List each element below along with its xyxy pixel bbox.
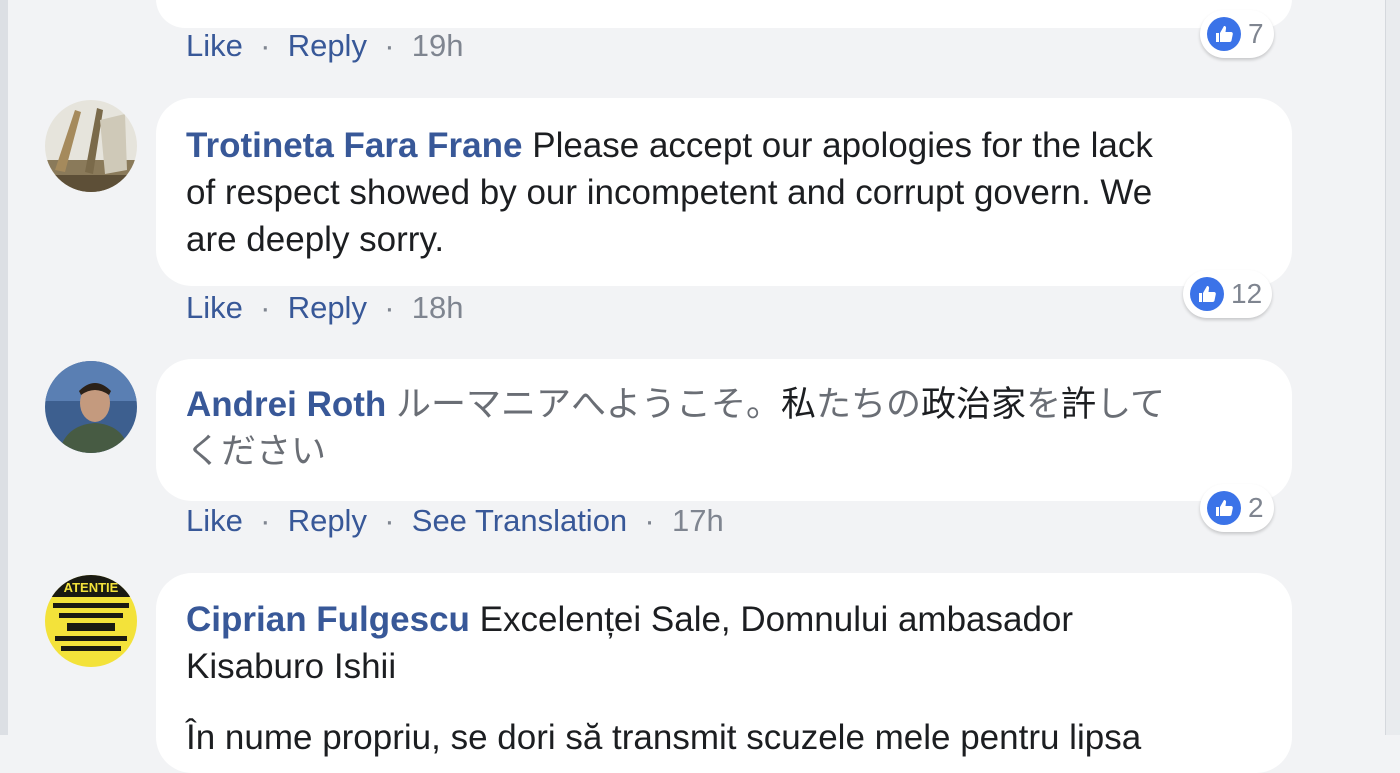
like-icon xyxy=(1207,491,1241,525)
author-name[interactable]: Trotineta Fara Frane xyxy=(186,126,522,165)
comment-body-part: 私 xyxy=(781,385,817,424)
timestamp[interactable]: 19h xyxy=(412,28,464,64)
scrollbar-track[interactable] xyxy=(1385,0,1400,735)
separator: · xyxy=(251,503,280,538)
see-translation-link[interactable]: See Translation xyxy=(412,503,627,539)
reaction-count: 2 xyxy=(1248,492,1264,523)
comment-text-2: Trotineta Fara Frane Please accept our a… xyxy=(186,122,1266,263)
like-icon xyxy=(1190,277,1224,311)
separator: · xyxy=(375,503,404,538)
separator: · xyxy=(375,290,404,325)
like-link[interactable]: Like xyxy=(186,503,243,539)
avatar[interactable]: ATENTIE xyxy=(45,575,137,667)
comment-body-part: して xyxy=(1096,385,1166,424)
author-name[interactable]: Ciprian Fulgescu xyxy=(186,600,470,639)
like-link[interactable]: Like xyxy=(186,290,243,326)
comment-body: În nume propriu, se dori să transmit scu… xyxy=(186,718,1142,757)
like-icon xyxy=(1207,17,1241,51)
comment-text-3: Andrei Roth ルーマニアへようこそ。私たちの政治家を許して ください xyxy=(186,381,1266,475)
comment-body-part: たちの xyxy=(816,385,922,424)
comment-bubble-1 xyxy=(156,0,1292,28)
separator: · xyxy=(635,503,664,538)
comment-body-part: ルーマニアへようこそ。 xyxy=(396,385,782,424)
comment-body: Excelenței Sale, Domnului ambasador xyxy=(479,600,1074,639)
reaction-badge-3[interactable]: 2 xyxy=(1200,484,1274,532)
reaction-count: 12 xyxy=(1231,278,1263,309)
comment-body: Please accept our apologies for the lack xyxy=(532,126,1153,165)
avatar[interactable] xyxy=(45,361,137,453)
separator: · xyxy=(375,28,404,63)
reply-link[interactable]: Reply xyxy=(288,503,367,539)
comment-body: ルーマニアへようこそ。私たちの政治家を許して xyxy=(396,385,1165,424)
comment-body: Kisaburo Ishii xyxy=(186,647,397,686)
timestamp[interactable]: 18h xyxy=(412,290,464,326)
comment-body: are deeply sorry. xyxy=(186,220,445,259)
comment-body-part: を xyxy=(1026,385,1062,424)
separator: · xyxy=(251,290,280,325)
comment-body-part: 許 xyxy=(1061,385,1097,424)
reaction-badge-2[interactable]: 12 xyxy=(1183,270,1273,318)
window-frame-left xyxy=(0,0,8,735)
reply-link[interactable]: Reply xyxy=(288,290,367,326)
comment-actions-2: Like · Reply · 18h xyxy=(186,290,464,326)
avatar[interactable] xyxy=(45,100,137,192)
like-link[interactable]: Like xyxy=(186,28,243,64)
author-name[interactable]: Andrei Roth xyxy=(186,385,386,424)
timestamp[interactable]: 17h xyxy=(672,503,724,539)
comment-text-4: Ciprian Fulgescu Excelenței Sale, Domnul… xyxy=(186,596,1266,761)
separator: · xyxy=(251,28,280,63)
comment-actions-1: Like · Reply · 19h xyxy=(186,28,464,64)
comment-body: ください xyxy=(186,432,327,471)
comment-body-part: 政治家 xyxy=(921,385,1027,424)
reaction-count: 7 xyxy=(1248,18,1264,49)
reaction-badge-1[interactable]: 7 xyxy=(1200,10,1274,58)
comment-body: of respect showed by our incompetent and… xyxy=(186,173,1153,212)
comment-actions-3: Like · Reply · See Translation · 17h xyxy=(186,503,724,539)
reply-link[interactable]: Reply xyxy=(288,28,367,64)
avatar-logo-text: ATENTIE xyxy=(64,580,119,595)
